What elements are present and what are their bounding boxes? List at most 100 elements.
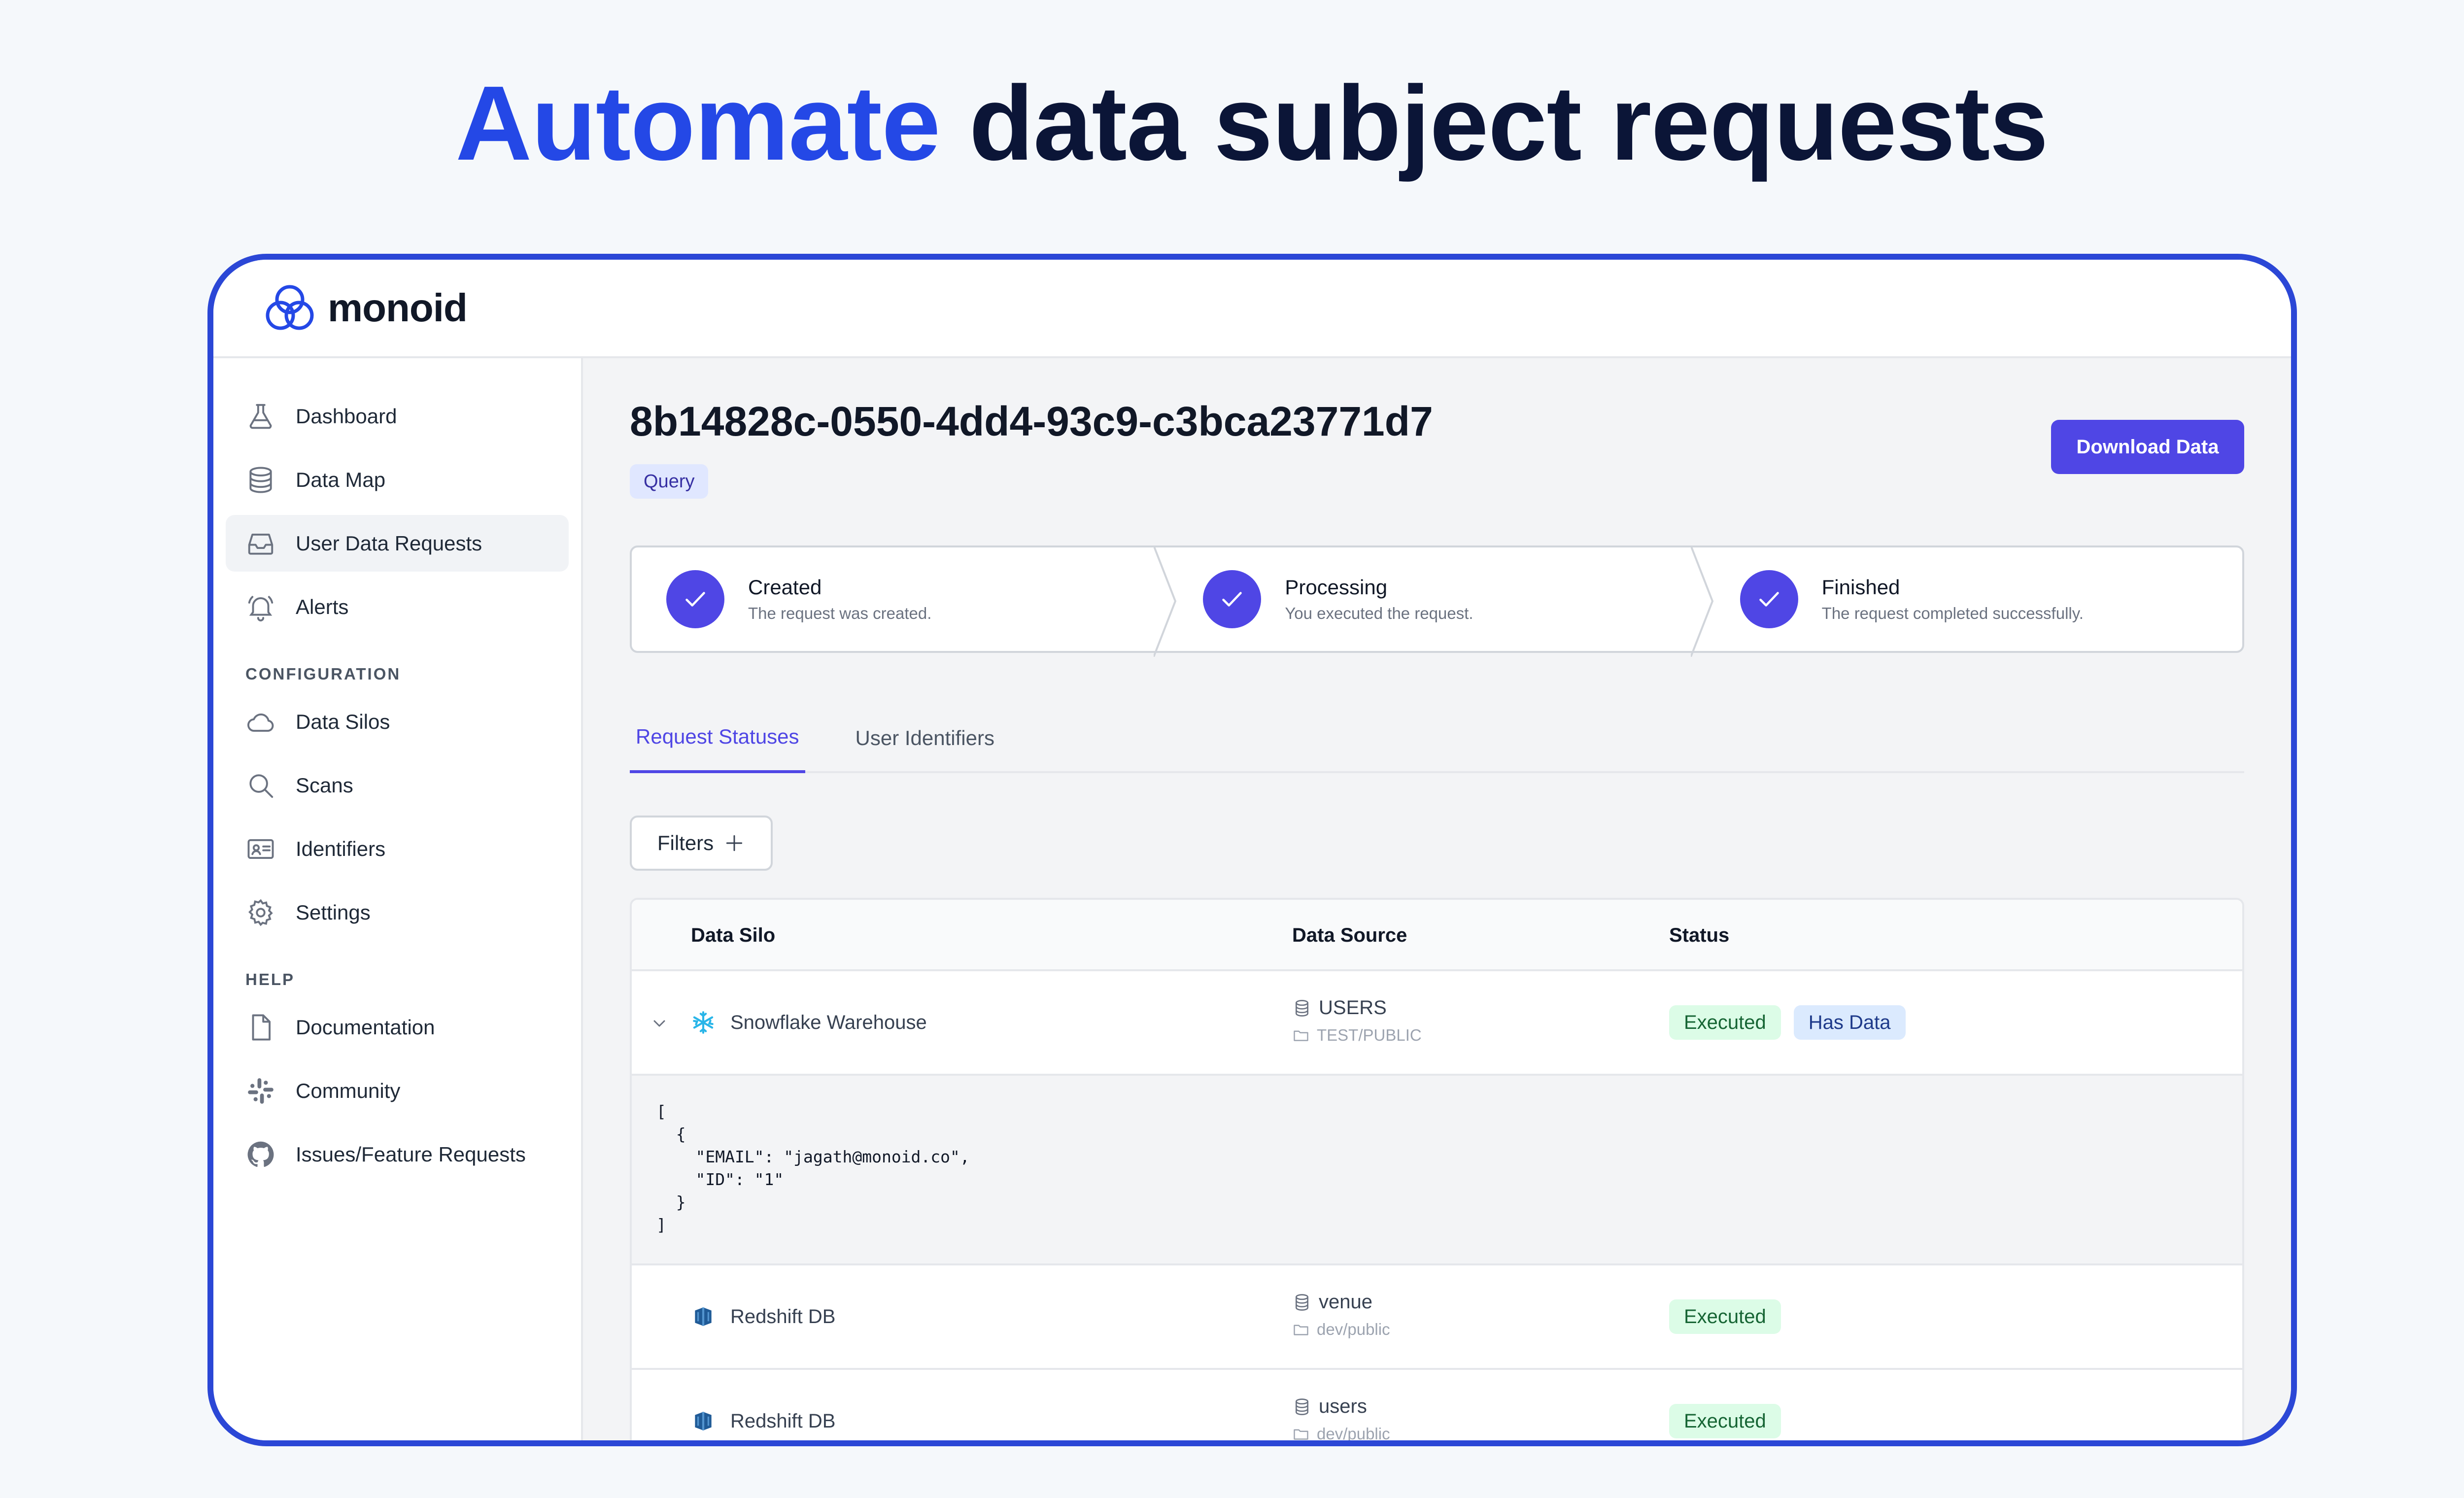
check-icon — [1203, 570, 1262, 628]
data-silo-name: Redshift DB — [730, 1305, 836, 1328]
sidebar-item-label: Documentation — [296, 1015, 435, 1039]
database-icon — [1296, 1398, 1308, 1415]
step-title: Finished — [1821, 576, 1900, 599]
data-source-cell: venue dev/public — [1292, 1291, 1390, 1339]
folder-icon — [1294, 1429, 1308, 1440]
data-source-path: TEST/PUBLIC — [1317, 1026, 1422, 1044]
data-source-name: users — [1319, 1396, 1367, 1417]
check-icon — [666, 570, 724, 628]
tab-bar: Request Statuses User Identifiers — [630, 703, 2244, 773]
hero-accent: Automate — [455, 64, 940, 182]
sidebar: Dashboard Data Map User Data Requests Al… — [213, 358, 583, 1440]
hero-rest: data subject requests — [969, 64, 2048, 182]
data-silo-name: Redshift DB — [730, 1410, 836, 1432]
column-header-data-silo: Data Silo — [691, 924, 776, 946]
cloud-icon — [247, 713, 274, 732]
tab-request-statuses[interactable]: Request Statuses — [630, 703, 805, 773]
sidebar-item-label: Identifiers — [296, 837, 386, 860]
sidebar-item-documentation[interactable]: Documentation — [226, 999, 569, 1055]
sidebar-item-label: Scans — [296, 773, 353, 797]
status-badge-has-data: Has Data — [1793, 1005, 1906, 1040]
main-content: 8b14828c-0550-4dd4-93c9-c3bca23771d7 Que… — [583, 358, 2291, 1440]
data-source-name: venue — [1319, 1291, 1372, 1313]
status-cell: Executed — [1669, 1265, 1781, 1368]
step-title: Created — [748, 576, 822, 599]
sidebar-item-alerts[interactable]: Alerts — [226, 579, 569, 635]
column-header-status: Status — [1669, 924, 1730, 946]
request-id-title: 8b14828c-0550-4dd4-93c9-c3bca23771d7 — [630, 398, 1433, 444]
sidebar-item-label: Data Silos — [296, 710, 390, 733]
sidebar-item-settings[interactable]: Settings — [226, 884, 569, 941]
sidebar-item-label: Issues/Feature Requests — [296, 1142, 526, 1166]
github-icon — [247, 1141, 274, 1167]
id-card-icon — [247, 839, 274, 859]
configuration-section-label: CONFIGURATION — [245, 665, 401, 683]
data-silo-cell: Redshift DB — [691, 1370, 836, 1440]
database-icon — [249, 467, 272, 493]
gear-icon — [248, 899, 273, 926]
monoid-logo-icon — [266, 285, 314, 330]
sidebar-item-dashboard[interactable]: Dashboard — [226, 388, 569, 444]
step-description: You executed the request. — [1285, 604, 1473, 622]
step-separator — [1154, 545, 1177, 657]
json-output: [ { "EMAIL": "jagath@monoid.co", "ID": "… — [632, 1076, 2242, 1265]
data-source-name: USERS — [1319, 997, 1387, 1019]
status-badge-executed: Executed — [1669, 1005, 1781, 1040]
data-silo-cell: Snowflake Warehouse — [691, 971, 927, 1074]
filters-button[interactable]: Filters — [630, 816, 773, 871]
app-logo[interactable]: monoid — [263, 281, 468, 335]
folder-icon — [1294, 1030, 1308, 1041]
data-source-path: dev/public — [1317, 1425, 1390, 1443]
step-finished: Finished The request completed successfu… — [1706, 547, 2242, 651]
table-row[interactable]: Redshift DB venue dev/public Executed — [632, 1265, 2242, 1370]
step-created: Created The request was created. — [632, 545, 1177, 657]
table-header: Data Silo Data Source Status — [632, 900, 2242, 971]
document-icon — [252, 1014, 271, 1040]
database-icon — [1296, 1294, 1308, 1311]
hero-heading: Automate data subject requests — [0, 59, 2464, 187]
status-badge-executed: Executed — [1669, 1299, 1781, 1334]
tab-user-identifiers[interactable]: User Identifiers — [850, 703, 1000, 773]
slack-icon — [248, 1078, 274, 1104]
sidebar-item-scans[interactable]: Scans — [226, 757, 569, 814]
column-header-data-source: Data Source — [1292, 924, 1407, 946]
check-icon — [1740, 570, 1798, 628]
step-processing: Processing You executed the request. — [1168, 545, 1713, 657]
sidebar-item-label: Settings — [296, 900, 371, 924]
step-title: Processing — [1285, 576, 1388, 599]
app-name: monoid — [328, 286, 468, 330]
status-cell: Executed Has Data — [1669, 971, 1906, 1074]
sidebar-item-community[interactable]: Community — [226, 1062, 569, 1119]
data-source-cell: users dev/public — [1292, 1396, 1390, 1443]
top-bar: monoid — [213, 260, 2291, 358]
download-data-button[interactable]: Download Data — [2051, 420, 2244, 474]
data-silo-name: Snowflake Warehouse — [730, 1011, 927, 1033]
sidebar-item-data-silos[interactable]: Data Silos — [226, 693, 569, 750]
sidebar-item-label: Community — [296, 1079, 401, 1102]
step-separator — [1690, 545, 1713, 657]
status-badge-executed: Executed — [1669, 1404, 1781, 1438]
table-row[interactable]: Redshift DB users dev/public Executed — [632, 1370, 2242, 1443]
sidebar-item-user-data-requests[interactable]: User Data Requests — [226, 515, 569, 572]
status-cell: Executed — [1669, 1370, 1781, 1440]
data-silo-cell: Redshift DB — [691, 1265, 835, 1368]
step-description: The request completed successfully. — [1821, 604, 2084, 622]
progress-steps: Created The request was created. Process… — [630, 545, 2244, 657]
snowflake-icon — [693, 1011, 714, 1034]
sidebar-item-label: User Data Requests — [296, 531, 482, 555]
redshift-icon — [695, 1307, 712, 1326]
flask-icon — [249, 404, 272, 429]
sidebar-item-label: Alerts — [296, 595, 349, 618]
chevron-down-icon[interactable] — [650, 1014, 669, 1033]
app-window: monoid Dashboard Data Map User Data Requ… — [207, 254, 2297, 1446]
sidebar-item-data-map[interactable]: Data Map — [226, 451, 569, 508]
sidebar-item-issues[interactable]: Issues/Feature Requests — [226, 1126, 569, 1183]
request-type-badge: Query — [630, 464, 709, 499]
help-section-label: HELP — [245, 970, 295, 988]
step-description: The request was created. — [748, 604, 932, 622]
sidebar-item-identifiers[interactable]: Identifiers — [226, 820, 569, 877]
bell-icon — [248, 595, 274, 621]
request-status-table: Data Silo Data Source Status Snowflake W… — [630, 898, 2244, 1443]
database-icon — [1296, 999, 1308, 1017]
table-row[interactable]: Snowflake Warehouse USERS TEST/PUBLIC Ex… — [632, 971, 2242, 1076]
